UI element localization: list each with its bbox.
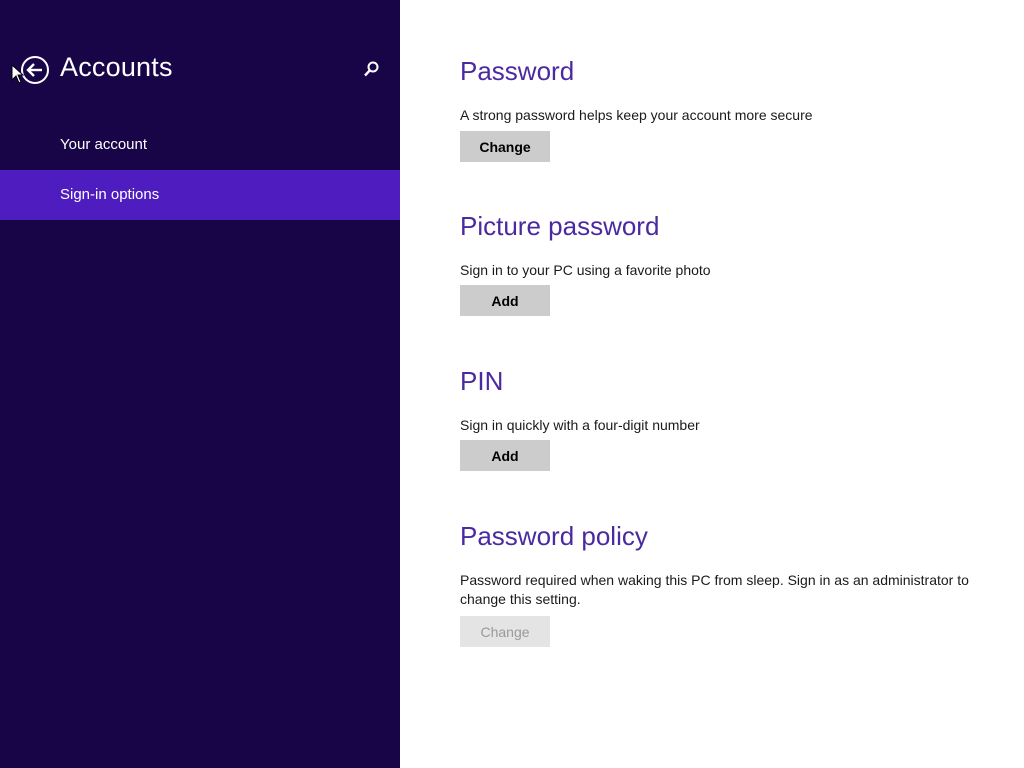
section-description: A strong password helps keep your accoun… xyxy=(460,107,813,123)
section-title: PIN xyxy=(460,366,504,396)
section-description: Sign in to your PC using a favorite phot… xyxy=(460,262,711,278)
add-pin-button[interactable]: Add xyxy=(460,440,550,471)
password-section: Password A strong password helps keep yo… xyxy=(460,55,980,162)
mouse-cursor-icon xyxy=(11,64,25,84)
search-icon xyxy=(364,61,379,77)
sidebar-item-label: Your account xyxy=(60,136,148,153)
search-button[interactable] xyxy=(361,60,381,80)
section-description: Password required when waking this PC fr… xyxy=(460,572,969,607)
page-title: Accounts xyxy=(60,52,173,82)
section-title: Password policy xyxy=(460,521,648,551)
sidebar-item-sign-in-options[interactable]: Sign-in options xyxy=(0,170,400,220)
sidebar: Accounts Your account Sign-in options xyxy=(0,0,400,768)
change-password-button[interactable]: Change xyxy=(460,131,550,162)
change-password-policy-button[interactable]: Change xyxy=(460,616,550,647)
password-policy-section: Password policy Password required when w… xyxy=(460,520,980,647)
sidebar-item-label: Sign-in options xyxy=(60,186,160,203)
main-content: Password A strong password helps keep yo… xyxy=(460,0,1024,768)
sidebar-item-your-account[interactable]: Your account xyxy=(0,120,400,170)
section-title: Picture password xyxy=(460,211,660,241)
add-picture-password-button[interactable]: Add xyxy=(460,285,550,316)
picture-password-section: Picture password Sign in to your PC usin… xyxy=(460,210,980,316)
pin-section: PIN Sign in quickly with a four-digit nu… xyxy=(460,365,980,471)
section-title: Password xyxy=(460,56,575,86)
section-description: Sign in quickly with a four-digit number xyxy=(460,417,700,433)
